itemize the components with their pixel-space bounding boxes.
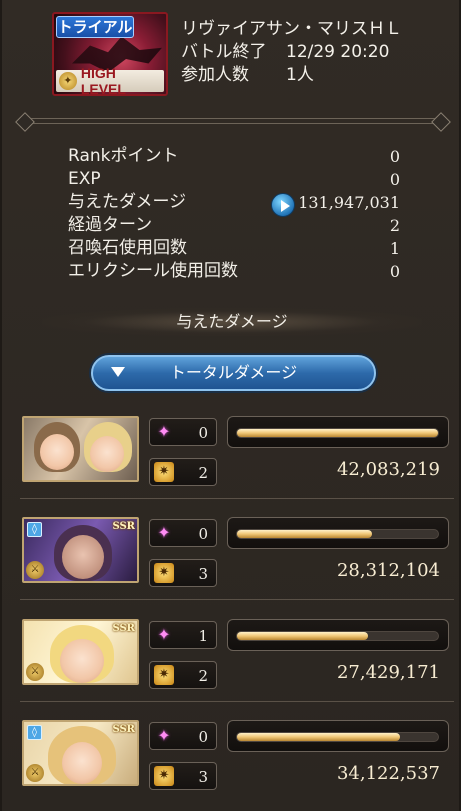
row-divider [20,498,454,499]
stat-value: 2 [389,216,400,235]
stat-exp: EXP 0 [68,168,400,191]
ability-count-box: ✦ 0 [149,519,217,547]
participants-value: 1人 [286,65,314,85]
battle-end-time: 12/29 20:20 [286,42,390,62]
quest-thumbnail: トライアル ✦ HIGH LEVEL [52,12,168,96]
stat-turns: 経過ターン 2 [68,214,400,237]
ability-count: 0 [198,424,208,442]
ssr-badge: SSR [112,521,135,532]
stat-label: Rankポイント [68,146,179,166]
charge-attack-icon: ✷ [154,766,174,786]
charge-attack-icon: ✷ [154,563,174,583]
stat-label: EXP [68,169,101,189]
ability-count-box: ✦ 1 [149,621,217,649]
sparkle-icon: ✦ [157,523,171,542]
stat-value: 0 [389,262,400,281]
stat-elixir-uses: エリクシール使用回数 0 [68,260,400,283]
stat-label: エリクシール使用回数 [68,261,238,281]
stat-damage-dealt: 与えたダメージ 131,947,031 [68,191,400,217]
ability-count-box: ✦ 0 [149,418,217,446]
ability-count: 1 [198,627,208,645]
divider-ornament [24,118,442,124]
ougi-count: 3 [198,565,208,583]
character-row: ✦ 0 ✷ 2 42,083,219 [20,416,454,499]
ability-count: 0 [198,728,208,746]
damage-bar [227,517,449,549]
stat-label: 与えたダメージ [68,192,187,212]
damage-bar-fill [237,429,438,437]
participants-label: 参加人数 [181,65,249,85]
damage-value: 27,429,171 [336,662,440,683]
stat-value: 0 [389,170,400,189]
damage-bar-fill [237,530,372,538]
sparkle-icon: ✦ [157,625,171,644]
stat-value: 131,947,031 [298,193,400,212]
result-panel: トライアル ✦ HIGH LEVEL リヴァイアサン・マリスＨＬ バトル終了 1… [0,0,461,811]
damage-value: 42,083,219 [336,459,440,480]
stat-value: 0 [389,147,400,166]
trial-badge: トライアル [56,16,134,38]
class-icon: ⚔ [26,764,44,782]
character-portrait[interactable]: ◊ SSR ⚔ [22,720,139,786]
damage-bar-fill [237,632,368,640]
damage-value: 28,312,104 [336,560,440,581]
charge-attack-icon: ✷ [154,462,174,482]
total-damage-dropdown[interactable]: トータルダメージ [91,355,376,391]
ougi-count: 2 [198,667,208,685]
ssr-badge: SSR [112,724,135,735]
caret-down-icon [111,367,125,377]
character-row: SSR ⚔ ✦ 1 ✷ 2 27,429,171 [20,619,454,702]
quest-name: リヴァイアサン・マリスＨＬ [181,19,402,39]
ougi-count-box: ✷ 2 [149,661,217,689]
stat-summon-uses: 召喚石使用回数 1 [68,237,400,260]
high-level-badge: ✦ HIGH LEVEL [56,65,164,94]
damage-bar [227,720,449,752]
battle-end-label: バトル終了 [181,42,267,62]
total-damage-label: トータルダメージ [169,363,298,382]
damage-bar [227,416,449,448]
ability-count: 0 [198,525,208,543]
character-row: ◊ SSR ⚔ ✦ 0 ✷ 3 28,312,104 [20,517,454,600]
ougi-count-box: ✷ 3 [149,762,217,790]
damage-bar-fill [237,733,400,741]
ssr-badge: SSR [112,623,135,634]
sparkle-icon: ✦ [157,726,171,745]
ougi-count-box: ✷ 2 [149,458,217,486]
section-title-damage: 与えたダメージ [42,308,422,336]
quest-info: リヴァイアサン・マリスＨＬ バトル終了 12/29 20:20 参加人数 1人 [181,18,402,87]
stat-rank-points: Rankポイント 0 [68,145,400,168]
high-level-label: HIGH LEVEL [80,65,126,96]
character-portrait[interactable] [22,416,139,482]
stat-label: 召喚石使用回数 [68,238,187,258]
ougi-count: 2 [198,464,208,482]
water-element-icon: ◊ [27,522,42,537]
charge-attack-icon: ✷ [154,665,174,685]
battle-stats: Rankポイント 0 EXP 0 与えたダメージ 131,947,031 経過タ… [68,145,400,283]
ougi-count: 3 [198,768,208,786]
damage-value: 34,122,537 [336,763,440,784]
stat-value: 1 [389,239,400,258]
row-divider [20,599,454,600]
water-element-icon: ◊ [27,725,42,740]
sparkle-icon: ✦ [157,422,171,441]
crown-icon: ✦ [59,72,77,90]
damage-bar [227,619,449,651]
character-row: ◊ SSR ⚔ ✦ 0 ✷ 3 34,122,537 [22,720,450,792]
class-icon: ⚔ [26,561,44,579]
stat-label: 経過ターン [68,215,153,235]
row-divider [20,701,454,702]
class-icon: ⚔ [26,663,44,681]
ability-count-box: ✦ 0 [149,722,217,750]
character-portrait[interactable]: SSR ⚔ [22,619,139,685]
ougi-count-box: ✷ 3 [149,559,217,587]
character-portrait[interactable]: ◊ SSR ⚔ [22,517,139,583]
